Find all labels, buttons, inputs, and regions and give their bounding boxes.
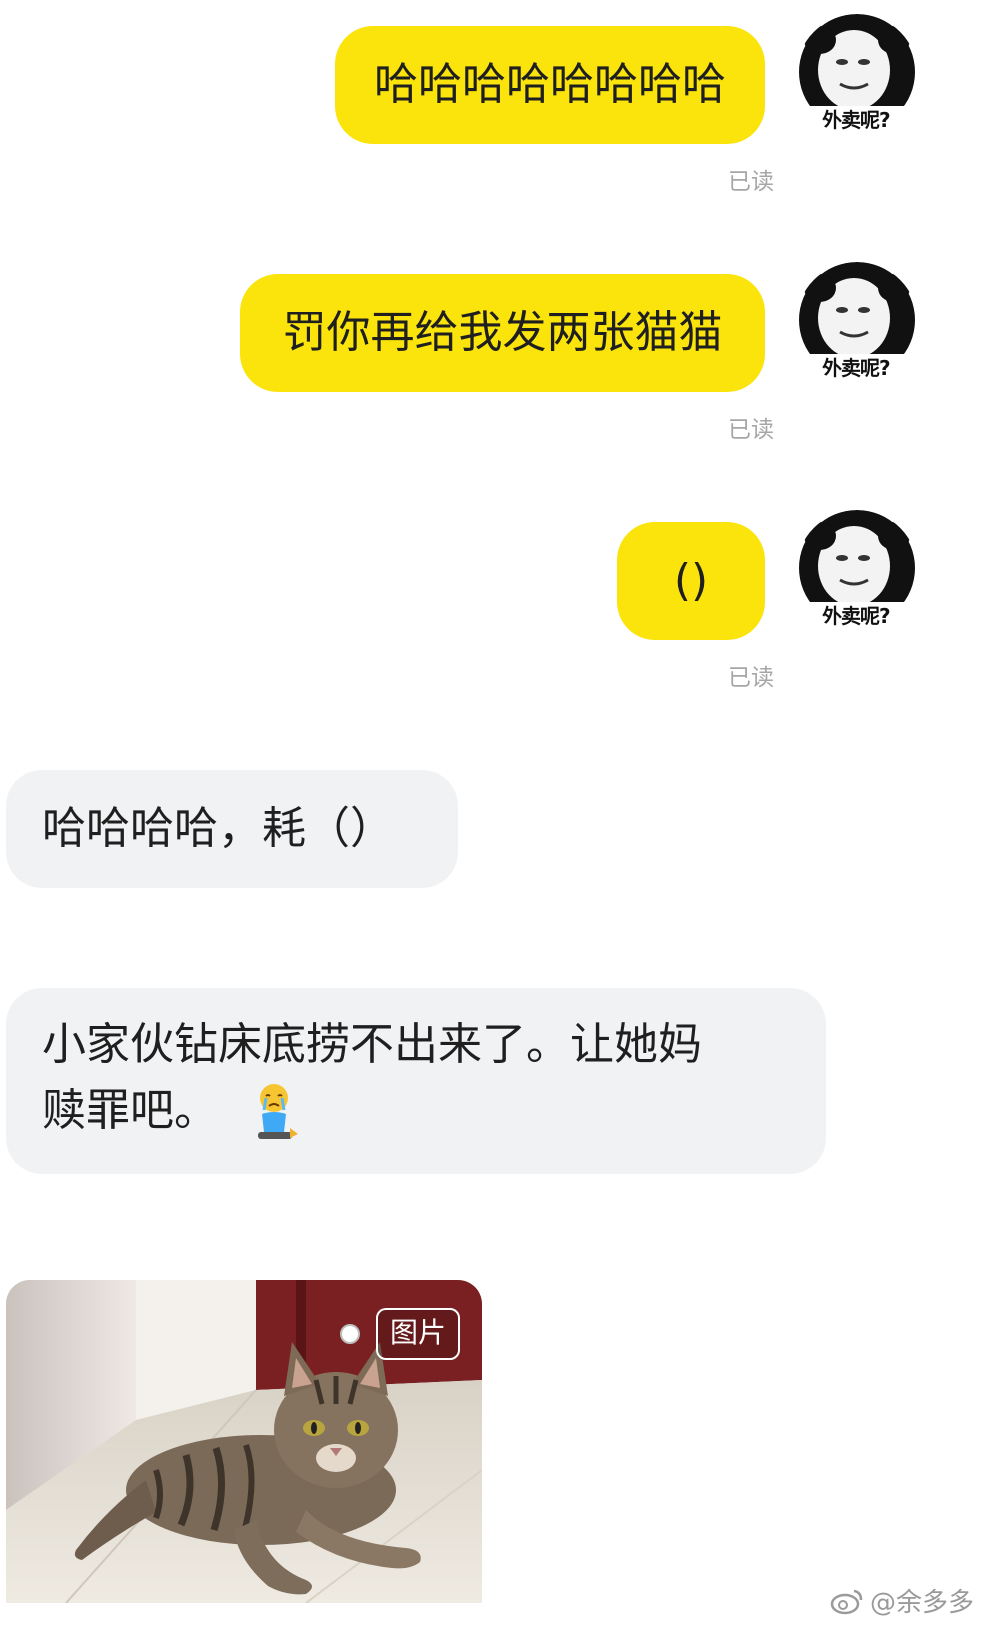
message-text: 罚你再给我发两张猫猫 (282, 307, 723, 358)
avatar-caption: 外卖呢? (822, 356, 891, 380)
incoming-message-bubble[interactable]: 小家伙钻床底捞不出来了。让她妈 赎罪吧。 (6, 988, 826, 1174)
avatar-caption: 外卖呢? (822, 604, 891, 628)
message-text: 哈哈哈哈哈哈哈哈 (374, 59, 726, 110)
message-text-line-2: 赎罪吧。 (42, 1078, 790, 1144)
outgoing-message-bubble[interactable]: 哈哈哈哈哈哈哈哈 (335, 26, 765, 144)
photo-indicator-dot (340, 1324, 360, 1344)
read-status: 已读 (728, 169, 774, 195)
user-avatar[interactable]: 外卖呢? (796, 510, 918, 632)
read-status: 已读 (728, 665, 774, 691)
outgoing-message-bubble[interactable]: 罚你再给我发两张猫猫 (240, 274, 765, 392)
message-text-line: 小家伙钻床底捞不出来了。让她妈 (42, 1019, 702, 1070)
watermark: @余多多 (830, 1582, 974, 1619)
cat-photo-message[interactable]: 图片 (6, 1280, 482, 1603)
message-text: 赎罪吧。 (42, 1085, 218, 1136)
user-avatar[interactable]: 外卖呢? (796, 262, 918, 384)
crying-kneeling-emoji-icon (258, 1084, 298, 1139)
avatar-caption: 外卖呢? (822, 108, 891, 132)
weibo-logo-icon (830, 1589, 863, 1614)
message-text: 哈哈哈哈，耗（） (42, 803, 394, 854)
outgoing-message-bubble[interactable]: () (617, 522, 765, 640)
photo-tag: 图片 (375, 1308, 460, 1360)
user-avatar[interactable]: 外卖呢? (796, 14, 918, 136)
watermark-text: @余多多 (869, 1588, 974, 1618)
chat-conversation: 哈哈哈哈哈哈哈哈 外卖呢? 已读 罚你再给我发两张猫猫 外卖呢? 已读 () 外… (0, 0, 988, 1633)
read-status: 已读 (728, 417, 774, 443)
incoming-message-bubble[interactable]: 哈哈哈哈，耗（） (6, 770, 458, 888)
message-text: () (673, 555, 709, 606)
